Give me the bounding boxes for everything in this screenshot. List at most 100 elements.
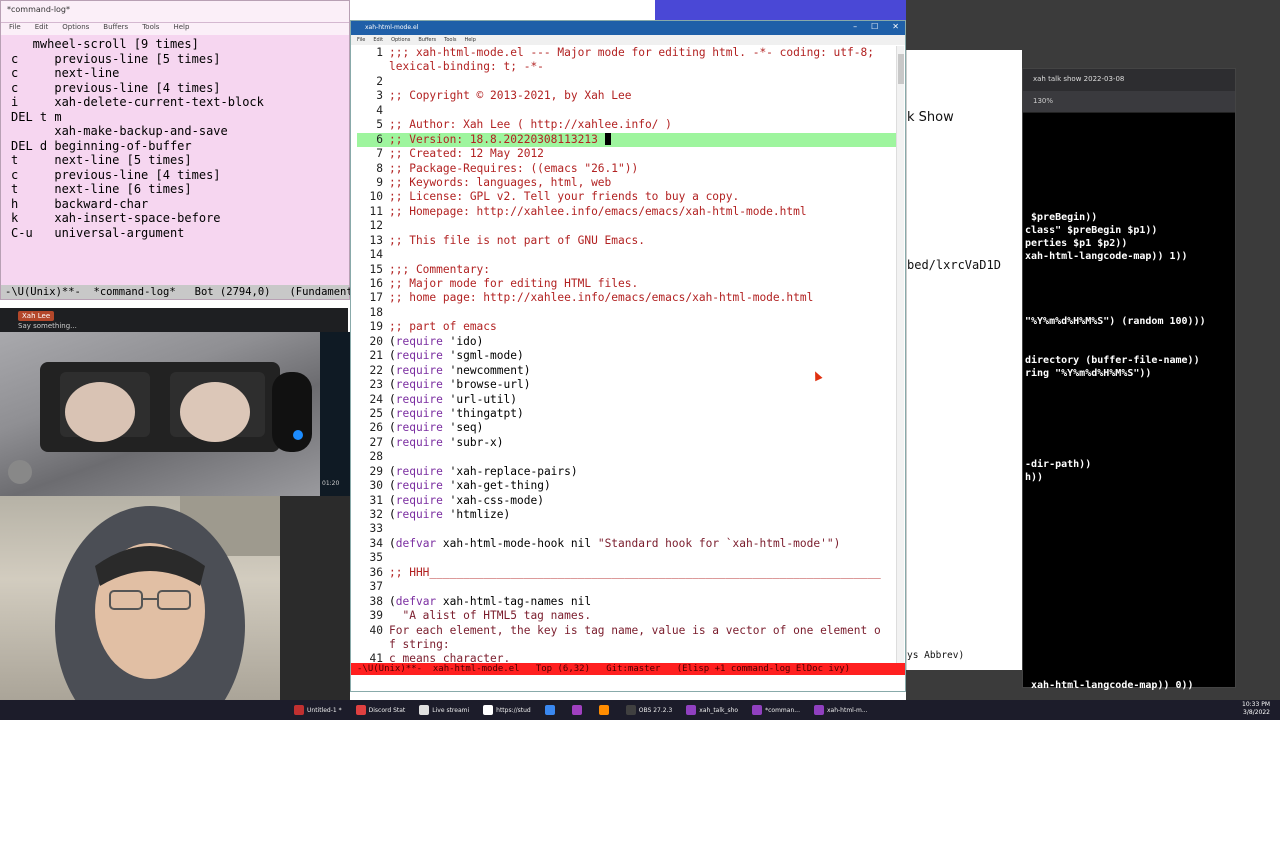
emacs-menu-help[interactable]: Help: [464, 37, 475, 43]
code-line[interactable]: 5 ;; Author: Xah Lee ( http://xahlee.info…: [357, 118, 901, 132]
cmd-menu-help[interactable]: Help: [173, 23, 189, 35]
code-line[interactable]: 32 (require 'htmlize): [357, 508, 901, 522]
command-log-line: i xah-delete-current-text-block: [11, 95, 264, 109]
code-line[interactable]: 15 ;;; Commentary:: [357, 263, 901, 277]
minimize-button[interactable]: –: [853, 22, 857, 31]
emacs-window[interactable]: xah-html-mode.el – ☐ ✕ File Edit Options Bu…: [350, 20, 906, 692]
code-line[interactable]: 8 ;; Package-Requires: ((emacs "26.1")): [357, 162, 901, 176]
taskbar-button[interactable]: https://stud: [479, 701, 535, 719]
dark-code-line: [1025, 809, 1206, 822]
code-line[interactable]: 40 For each element, the key is tag name,…: [357, 624, 901, 638]
taskbar-button[interactable]: xah-html-m...: [810, 701, 872, 719]
line-number: 34: [369, 536, 383, 550]
code-line[interactable]: 35: [357, 551, 901, 565]
line-number: 1: [376, 46, 383, 59]
command-log-line: h backward-char: [11, 196, 149, 211]
code-line[interactable]: 10 ;; License: GPL v2. Tell your friends …: [357, 190, 901, 204]
code-line[interactable]: 11 ;; Homepage: http://xahlee.info/emacs/…: [357, 205, 901, 219]
taskbar-button[interactable]: *comman...: [748, 701, 804, 719]
code-line[interactable]: 37: [357, 580, 901, 594]
code-line[interactable]: 29 (require 'xah-replace-pairs): [357, 465, 901, 479]
code-line[interactable]: 27 (require 'subr-x): [357, 436, 901, 450]
code-line[interactable]: lexical-binding: t; -*-: [357, 60, 901, 74]
code-text: ;; home page: http://xahlee.info/emacs/e…: [389, 291, 814, 305]
code-line[interactable]: 30 (require 'xah-get-thing): [357, 479, 901, 493]
maximize-button[interactable]: ☐: [871, 22, 878, 31]
code-line[interactable]: 36 ;; HHH________________________________…: [357, 566, 901, 580]
code-line[interactable]: 16 ;; Major mode for editing HTML files.: [357, 277, 901, 291]
cmd-menu-edit[interactable]: Edit: [35, 23, 49, 35]
code-editor[interactable]: 1 ;;; xah-html-mode.el --- Major mode for…: [357, 46, 901, 667]
text-cursor: [604, 132, 611, 145]
code-line[interactable]: 21 (require 'sgml-mode): [357, 349, 901, 363]
minibuffer[interactable]: [351, 675, 905, 691]
code-line[interactable]: 6 ;; Version: 18.8.20220308113213: [357, 132, 901, 148]
taskbar-button[interactable]: Live streami: [415, 701, 473, 719]
taskbar-button[interactable]: [568, 701, 589, 719]
browser-window[interactable]: k Show bed/lxrcVaD1D ys Abbrev): [906, 50, 1022, 670]
dark-browser-window[interactable]: xah talk show 2022-03-08 130% $preBegin)…: [1022, 68, 1236, 847]
code-line[interactable]: 28: [357, 450, 901, 464]
code-line[interactable]: 14: [357, 248, 901, 262]
vertical-scrollbar[interactable]: [896, 46, 904, 666]
emacs-menu-file[interactable]: File: [357, 37, 365, 43]
chat-input-placeholder[interactable]: Say something...: [18, 322, 77, 330]
close-button[interactable]: ✕: [892, 22, 899, 31]
dark-code-line: [1025, 406, 1206, 419]
cmd-menu-options[interactable]: Options: [62, 23, 89, 35]
browser-url-fragment[interactable]: bed/lxrcVaD1D: [907, 258, 1001, 272]
code-line[interactable]: 38 (defvar xah-html-tag-names nil: [357, 595, 901, 609]
cmd-menu-file[interactable]: File: [9, 23, 21, 35]
code-text: ;; Created: 12 May 2012: [389, 147, 544, 161]
taskbar-label: xah-html-m...: [826, 706, 868, 714]
code-line[interactable]: 18: [357, 306, 901, 320]
taskbar-button[interactable]: OBS 27.2.3: [622, 701, 677, 719]
command-log-window[interactable]: *command-log* File Edit Options Buffers Tool…: [0, 0, 359, 300]
command-log-line: c previous-line [5 times]: [11, 51, 221, 66]
taskbar-button[interactable]: [595, 701, 616, 719]
cmd-menu-buffers[interactable]: Buffers: [103, 23, 128, 35]
code-line[interactable]: 20 (require 'ido): [357, 335, 901, 349]
code-line[interactable]: 31 (require 'xah-css-mode): [357, 494, 901, 508]
code-line[interactable]: 17 ;; home page: http://xahlee.info/emacs…: [357, 291, 901, 305]
code-line[interactable]: 12: [357, 219, 901, 233]
line-number: 16: [369, 277, 383, 290]
code-line[interactable]: 39 "A alist of HTML5 tag names.: [357, 609, 901, 623]
code-line[interactable]: 4: [357, 104, 901, 118]
emacs-titlebar: xah-html-mode.el – ☐ ✕: [351, 21, 905, 35]
dark-code-line: ajorMode)) (fundamental-mode)): [1025, 836, 1206, 847]
taskbar-button[interactable]: xah_talk_sho: [682, 701, 742, 719]
taskbar-button[interactable]: Untitled-1 *: [290, 701, 346, 719]
code-line[interactable]: 3 ;; Copyright © 2013-2021, by Xah Lee: [357, 89, 901, 103]
cmd-menu-tools[interactable]: Tools: [142, 23, 159, 35]
dark-code-line: [1025, 562, 1206, 575]
browser-tab[interactable]: xah talk show 2022-03-08: [1023, 69, 1235, 91]
dark-code-line: [1025, 601, 1206, 614]
taskbar-button[interactable]: Discord Stat: [352, 701, 410, 719]
code-line[interactable]: 25 (require 'thingatpt): [357, 407, 901, 421]
code-line[interactable]: 23 (require 'browse-url): [357, 378, 901, 392]
code-line[interactable]: 34 (defvar xah-html-mode-hook nil "Standa…: [357, 537, 901, 551]
code-line[interactable]: 13 ;; This file is not part of GNU Emacs.: [357, 234, 901, 248]
line-number: 13: [369, 233, 383, 247]
emacs-menu-tools[interactable]: Tools: [444, 37, 456, 43]
code-line[interactable]: f string:: [357, 638, 901, 652]
code-line[interactable]: 26 (require 'seq): [357, 421, 901, 435]
code-line[interactable]: 9 ;; Keywords: languages, html, web: [357, 176, 901, 190]
emacs-menu-edit[interactable]: Edit: [373, 37, 383, 43]
code-line[interactable]: 33: [357, 522, 901, 536]
code-line[interactable]: 2: [357, 75, 901, 89]
taskbar-clock[interactable]: 10:33 PM 3/8/2022: [1242, 701, 1270, 717]
zoom-level[interactable]: 130%: [1033, 97, 1053, 105]
code-line[interactable]: 19 ;; part of emacs: [357, 320, 901, 334]
code-line[interactable]: 7 ;; Created: 12 May 2012: [357, 147, 901, 161]
taskbar-button[interactable]: [541, 701, 562, 719]
keyboard-image: [8, 362, 312, 484]
emacs-menu-options[interactable]: Options: [391, 37, 410, 43]
scrollbar-thumb[interactable]: [898, 54, 904, 84]
emacs-menu-buffers[interactable]: Buffers: [418, 37, 436, 43]
code-line[interactable]: 24 (require 'url-util): [357, 393, 901, 407]
code-text: "A alist of HTML5 tag names.: [389, 609, 592, 623]
line-number: 12: [369, 219, 383, 233]
code-line[interactable]: 1 ;;; xah-html-mode.el --- Major mode for…: [357, 46, 901, 60]
